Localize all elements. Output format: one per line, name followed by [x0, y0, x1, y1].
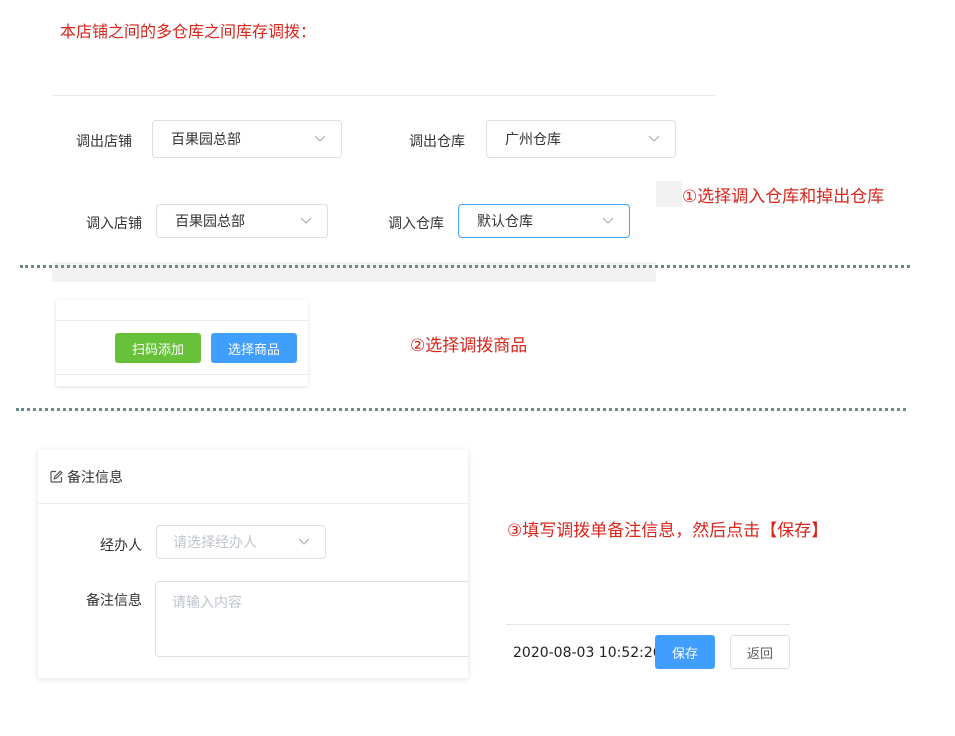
panel-divider — [56, 374, 308, 375]
transfer-in-store-select[interactable]: 百果园总部 — [156, 204, 328, 238]
save-button[interactable]: 保存 — [655, 635, 715, 669]
back-button[interactable]: 返回 — [730, 635, 790, 669]
goods-panel: 扫码添加 选择商品 — [56, 300, 308, 386]
transfer-in-store-label: 调入店铺 — [86, 216, 142, 232]
transfer-in-warehouse-value: 默认仓库 — [477, 214, 533, 230]
page-title: 本店铺之间的多仓库之间库存调拨： — [60, 22, 317, 41]
chevron-down-icon — [643, 132, 665, 146]
annotation-step1: ①选择调入仓库和掉出仓库 — [682, 187, 885, 207]
transfer-out-store-label: 调出店铺 — [76, 134, 132, 150]
remarks-card: 备注信息 经办人 请选择经办人 备注信息 请输入内容 — [38, 450, 468, 678]
select-goods-button[interactable]: 选择商品 — [211, 333, 297, 363]
transfer-out-warehouse-value: 广州仓库 — [505, 132, 561, 148]
chevron-down-icon — [295, 214, 317, 228]
background-strip — [656, 181, 682, 207]
top-divider — [53, 95, 715, 96]
transfer-out-warehouse-label: 调出仓库 — [409, 134, 465, 150]
handler-label: 经办人 — [100, 538, 142, 554]
annotation-step3: ③填写调拨单备注信息，然后点击【保存】 — [507, 521, 829, 541]
chevron-down-icon — [293, 535, 315, 549]
annotation-step2: ②选择调拨商品 — [410, 336, 528, 356]
remarks-card-header: 备注信息 — [38, 450, 468, 504]
footer-divider — [506, 624, 790, 625]
timestamp: 2020-08-03 10:52:26 — [513, 645, 662, 661]
transfer-out-store-select[interactable]: 百果园总部 — [152, 120, 342, 158]
scan-add-button[interactable]: 扫码添加 — [115, 333, 201, 363]
chevron-down-icon — [309, 132, 331, 146]
handler-placeholder: 请选择经办人 — [173, 535, 257, 551]
edit-icon — [50, 470, 63, 483]
section-divider — [20, 265, 910, 268]
panel-divider — [56, 320, 308, 321]
transfer-out-warehouse-select[interactable]: 广州仓库 — [486, 120, 676, 158]
chevron-down-icon — [597, 214, 619, 228]
transfer-in-warehouse-label: 调入仓库 — [388, 216, 444, 232]
remark-textarea[interactable]: 请输入内容 — [155, 581, 468, 657]
section-divider — [16, 408, 906, 411]
transfer-in-warehouse-select[interactable]: 默认仓库 — [458, 204, 630, 238]
handler-select[interactable]: 请选择经办人 — [156, 525, 326, 559]
transfer-out-store-value: 百果园总部 — [171, 132, 241, 148]
remarks-card-title: 备注信息 — [67, 469, 123, 486]
remark-label: 备注信息 — [86, 593, 142, 609]
transfer-in-store-value: 百果园总部 — [175, 214, 245, 230]
